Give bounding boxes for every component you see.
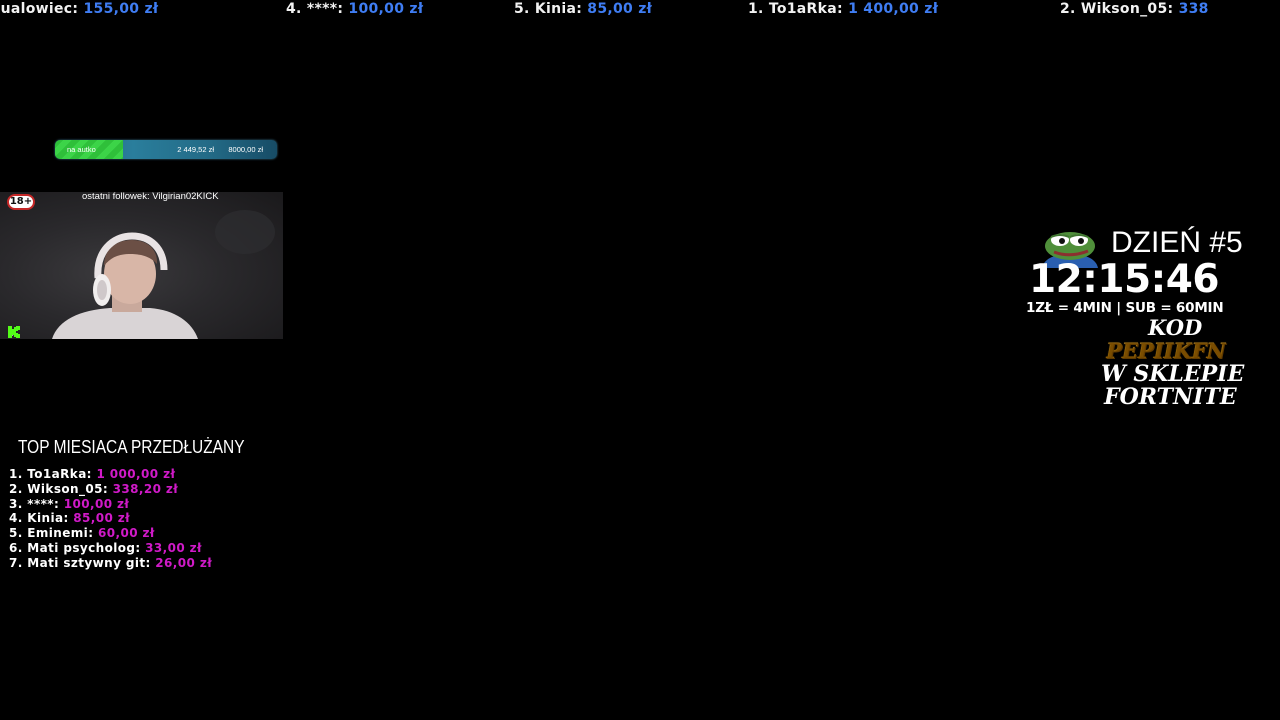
donor-amount: 1 000,00 zł <box>96 467 176 481</box>
donor-name: 7. Mati sztywny git: <box>9 555 151 570</box>
donor-amount: 100,00 zł <box>63 496 130 511</box>
list-item: 1. To1aRka: 1 000,00 zł <box>9 467 212 482</box>
ticker-name: 1. To1aRka: <box>748 1 843 17</box>
donor-name: 6. Mati psycholog: <box>9 540 141 555</box>
ticker-name: 5. Kinia: <box>514 1 583 17</box>
top-month-title: TOP MIESIACA PRZEDŁUŻANY <box>18 437 245 457</box>
ticker-item: 1. To1aRka: 1 400,00 zł <box>748 0 938 18</box>
subathon-day: DZIEŃ #5 <box>1111 226 1243 259</box>
donor-name: 5. Eminemi: <box>9 526 94 541</box>
donor-amount: 60,00 zł <box>97 526 155 541</box>
ticker-amount: 155,00 zł <box>83 1 159 17</box>
subathon-timer: 12:15:46 <box>1029 257 1220 302</box>
list-item: 6. Mati psycholog: 33,00 zł <box>9 541 212 556</box>
subathon-rate: 1ZŁ = 4MIN | SUB = 60MIN <box>1026 300 1224 316</box>
list-item: 5. Eminemi: 60,00 zł <box>9 526 212 541</box>
top-month-list: 1. To1aRka: 1 000,00 zł 2. Wikson_05: 33… <box>9 467 212 571</box>
ticker-name: 4. ****: <box>286 1 344 17</box>
promo-kod-label: KOD <box>1148 315 1203 340</box>
ticker-item: 5. Kinia: 85,00 zł <box>514 0 652 18</box>
goal-target-amount: 8000,00 zł <box>228 145 263 154</box>
ticker-amount: 85,00 zł <box>587 1 653 17</box>
donation-goal-bar: na autko 2 449,52 zł 8000,00 zł <box>55 140 277 159</box>
list-item: 3. ****: 100,00 zł <box>9 497 212 512</box>
viewer-count: 9 <box>8 326 20 339</box>
donor-name: 2. Wikson_05: <box>9 481 109 496</box>
ticker-amount: 1 400,00 zł <box>848 1 939 17</box>
ticker-amount: 338 <box>1178 1 1209 17</box>
ticker-name: sualowiec: <box>0 1 79 17</box>
donor-name: 1. To1aRka: <box>9 467 92 481</box>
ticker-item: sualowiec: 155,00 zł <box>0 0 158 18</box>
streamer-silhouette <box>52 210 275 339</box>
donor-amount: 85,00 zł <box>73 511 131 526</box>
creator-code: PEPIIKFN <box>1106 338 1226 363</box>
kick-logo-icon <box>8 326 20 338</box>
promo-shop-label: W SKLEPIE <box>1101 361 1245 387</box>
donor-amount: 33,00 zł <box>145 540 202 555</box>
stream-overlay: sualowiec: 155,00 zł 4. ****: 100,00 zł … <box>0 0 1280 720</box>
ticker-name: 2. Wikson_05: <box>1060 1 1174 17</box>
goal-current-amount: 2 449,52 zł <box>177 145 214 154</box>
donor-amount: 26,00 zł <box>155 555 213 570</box>
last-follower-text: ostatni followek: Vilgirian02KICK <box>82 192 219 202</box>
ticker-item: 2. Wikson_05: 338 <box>1060 0 1209 18</box>
ticker-amount: 100,00 zł <box>348 1 424 17</box>
list-item: 4. Kinia: 85,00 zł <box>9 511 212 526</box>
list-item: 7. Mati sztywny git: 26,00 zł <box>9 556 212 571</box>
promo-game-label: FORTNITE <box>1104 384 1237 410</box>
donor-amount: 338,20 zł <box>112 481 179 496</box>
donation-ticker: sualowiec: 155,00 zł 4. ****: 100,00 zł … <box>0 0 1280 20</box>
donor-name: 4. Kinia: <box>9 511 69 526</box>
donor-name: 3. ****: <box>9 496 60 511</box>
webcam-feed: 18+ ostatni followek: Vilgirian02KICK 9 <box>0 192 283 339</box>
age-restriction-badge: 18+ <box>7 194 35 210</box>
list-item: 2. Wikson_05: 338,20 zł <box>9 482 212 497</box>
goal-label: na autko <box>67 145 96 154</box>
ticker-item: 4. ****: 100,00 zł <box>286 0 423 18</box>
